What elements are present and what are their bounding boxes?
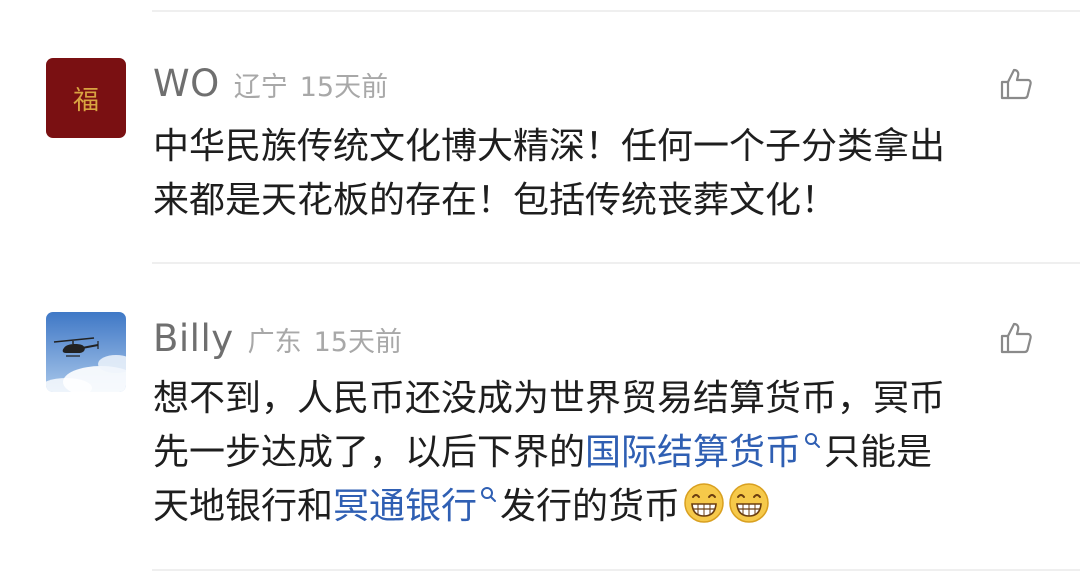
comment-meta: Billy 广东 15天前 [153, 317, 402, 360]
comment-text: 中华民族传统文化博大精深！任何一个子分类拿出 来都是天花板的存在！包括传统丧葬文… [153, 120, 1053, 228]
username[interactable]: Billy [153, 317, 234, 360]
search-link[interactable]: 国际结算货币 [585, 432, 801, 473]
grinning-face-emoji-icon [684, 483, 724, 523]
comment-divider [152, 262, 1080, 264]
location: 辽宁 [233, 72, 288, 103]
avatar[interactable] [46, 312, 126, 392]
search-icon[interactable] [480, 486, 498, 508]
comment-line: 来都是天花板的存在！包括传统丧葬文化！ [153, 180, 838, 221]
text-segment: 天地银行和 [153, 486, 334, 527]
search-icon[interactable] [804, 432, 822, 454]
text-segment: 先一步达成了，以后下界的 [153, 432, 586, 473]
thumbs-up-icon[interactable] [998, 320, 1034, 356]
comment-line: 先一步达成了，以后下界的国际结算货币 只能是 [153, 426, 1053, 480]
helicopter-photo-icon [46, 312, 126, 392]
text-segment: 发行的货币 [500, 486, 681, 527]
search-link[interactable]: 冥通银行 [333, 486, 477, 527]
comment-line: 天地银行和冥通银行 发行的货币 [153, 480, 1053, 534]
text-segment: 只能是 [824, 432, 933, 473]
location: 广东 [247, 327, 302, 358]
bottom-divider [152, 569, 1080, 571]
comment-line: 想不到，人民币还没成为世界贸易结算货币，冥币 [153, 378, 946, 419]
fu-character-icon: 福 [72, 85, 99, 116]
username[interactable]: WO [153, 62, 220, 105]
comment-line: 中华民族传统文化博大精深！任何一个子分类拿出 [153, 126, 946, 167]
avatar[interactable]: 福 [46, 58, 126, 138]
timestamp: 15天前 [313, 327, 402, 358]
comment-text: 想不到，人民币还没成为世界贸易结算货币，冥币 先一步达成了，以后下界的国际结算货… [153, 372, 1053, 534]
grinning-face-emoji-icon [729, 483, 769, 523]
timestamp: 15天前 [299, 72, 389, 103]
top-divider [152, 10, 1080, 12]
comment-meta: WO 辽宁 15天前 [153, 62, 388, 105]
thumbs-up-icon[interactable] [998, 66, 1034, 102]
